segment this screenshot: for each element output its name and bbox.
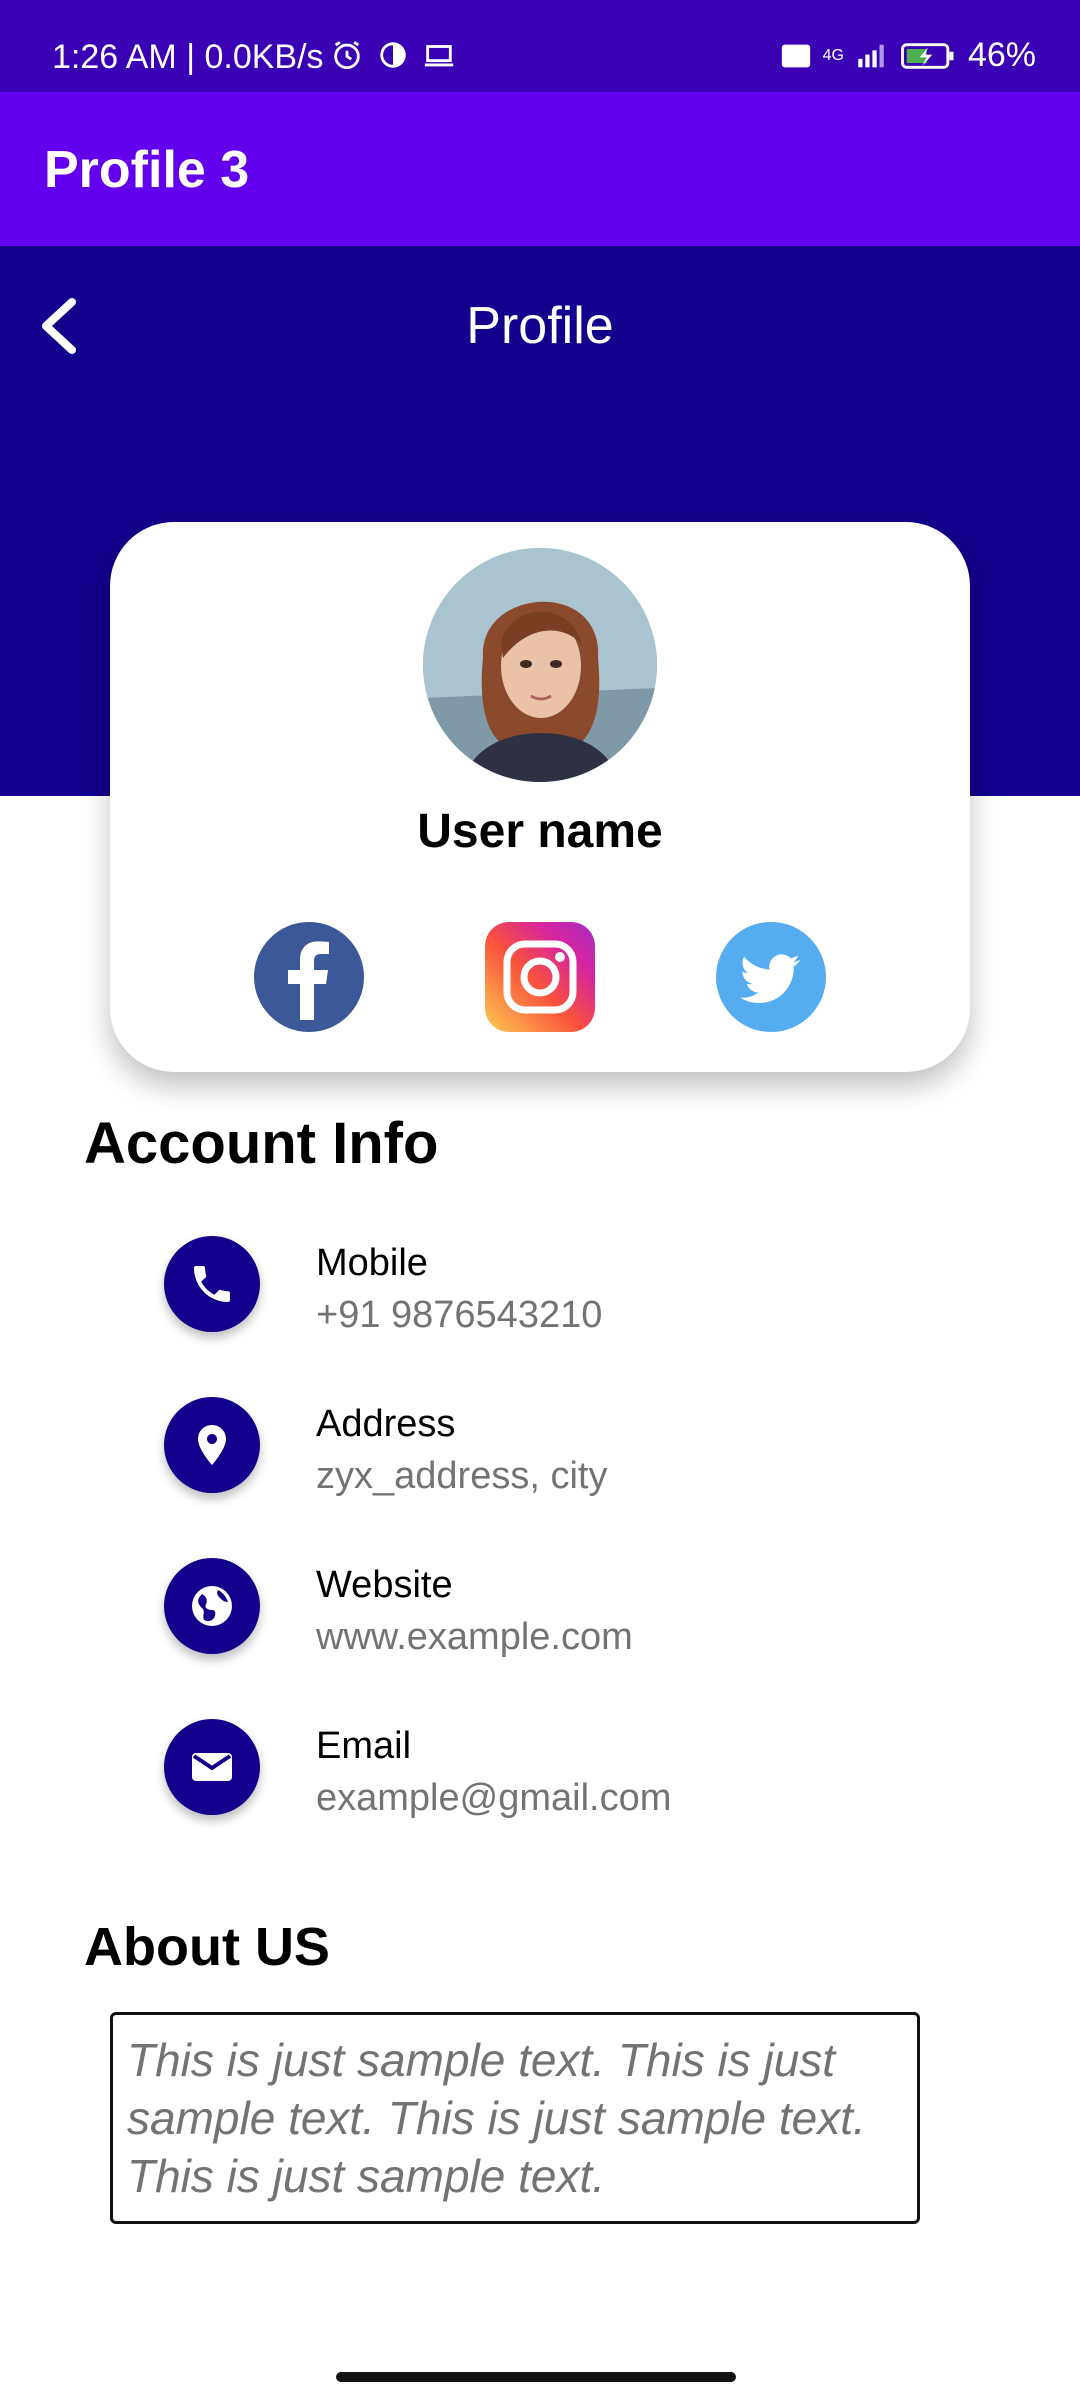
app-bar: Profile 3: [0, 92, 1080, 246]
account-info-item-website[interactable]: Website www.example.com: [164, 1558, 964, 1658]
globe-icon: [192, 1586, 232, 1626]
info-label: Mobile: [316, 1242, 428, 1284]
laptop-icon: [424, 45, 454, 67]
account-info-item-email[interactable]: Email example@gmail.com: [164, 1719, 964, 1819]
battery-percent: 46%: [967, 36, 1036, 74]
alarm-icon: [334, 41, 360, 70]
network-type: 4G: [822, 46, 844, 64]
header-title: Profile: [466, 297, 614, 355]
status-bar: 1:26 AM | 0.0KB/s 4G 46%: [0, 0, 1080, 92]
status-icons-left: [330, 38, 456, 72]
info-value: zyx_address, city: [316, 1455, 608, 1497]
account-info-item-address[interactable]: Address zyx_address, city: [164, 1397, 964, 1497]
avatar: [423, 548, 657, 782]
info-label: Address: [316, 1403, 456, 1445]
user-name: User name: [417, 805, 663, 858]
app-title: Profile 3: [44, 141, 250, 199]
mail-icon: [192, 1753, 232, 1781]
account-info-title: Account Info: [84, 1111, 439, 1176]
info-value: +91 9876543210: [316, 1294, 603, 1336]
avatar-portrait: [423, 548, 657, 782]
info-value: example@gmail.com: [316, 1777, 672, 1819]
profile-card: User name: [110, 522, 970, 1072]
info-label: Email: [316, 1725, 412, 1767]
about-text: This is just sample text. This is just s…: [127, 2034, 866, 2202]
about-textbox[interactable]: This is just sample text. This is just s…: [110, 2012, 920, 2224]
data-saver-icon: [380, 42, 406, 68]
volte-icon: [781, 44, 810, 67]
about-title: About US: [84, 1917, 330, 1977]
home-indicator[interactable]: [336, 2372, 736, 2382]
location-pin-icon: [198, 1425, 226, 1465]
instagram-icon[interactable]: [485, 922, 595, 1032]
twitter-icon[interactable]: [716, 922, 826, 1032]
signal-icon: [858, 44, 884, 67]
phone-icon: [194, 1266, 230, 1302]
info-label: Website: [316, 1564, 453, 1606]
status-time: 1:26 AM | 0.0KB/s: [52, 38, 324, 76]
battery-charging-icon: [901, 42, 954, 69]
info-value: www.example.com: [316, 1616, 633, 1658]
status-icons-right: 4G 46%: [779, 36, 1036, 75]
facebook-icon[interactable]: [254, 922, 364, 1032]
account-info-item-mobile[interactable]: Mobile +91 9876543210: [164, 1236, 964, 1336]
